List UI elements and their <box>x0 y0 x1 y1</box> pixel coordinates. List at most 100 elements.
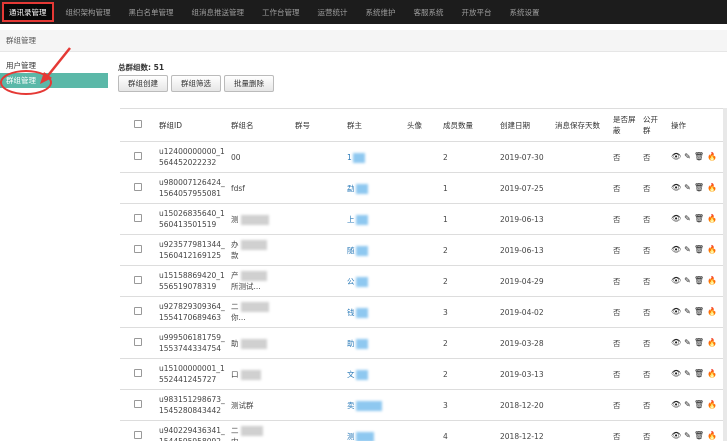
trash-icon[interactable]: 🗑 <box>694 370 704 378</box>
owner-link[interactable]: 助 <box>347 339 355 348</box>
cell-public: 否 <box>640 420 668 441</box>
group-name-line2: 内 <box>231 437 239 441</box>
flame-icon[interactable]: 🔥 <box>707 339 717 347</box>
pencil-icon[interactable]: ✎ <box>684 401 691 409</box>
owner-link[interactable]: 1 <box>347 153 352 162</box>
row-checkbox[interactable] <box>134 213 142 222</box>
table-row: u999506181759_ 1553744334754 助 助 2 2019-03-28… <box>120 327 727 359</box>
pencil-icon[interactable]: ✎ <box>684 370 691 378</box>
pencil-icon[interactable]: ✎ <box>684 308 691 316</box>
cell-members: 1 <box>440 172 497 204</box>
nav-item-3[interactable]: 组消息推送管理 <box>183 0 254 24</box>
nav-item-9[interactable]: 系统设置 <box>501 0 549 24</box>
cell-date: 2018-12-12 <box>497 420 552 441</box>
pencil-icon[interactable]: ✎ <box>684 339 691 347</box>
redacted-block <box>240 240 267 250</box>
nav-item-1[interactable]: 组织架构管理 <box>57 0 120 24</box>
nav-item-2[interactable]: 黑白名单管理 <box>120 0 183 24</box>
cell-date: 2019-06-13 <box>497 203 552 235</box>
eye-icon[interactable]: 👁 <box>671 277 681 285</box>
trash-icon[interactable]: 🗑 <box>694 277 704 285</box>
eye-icon[interactable]: 👁 <box>671 308 681 316</box>
table-header-row: 群组ID 群组名 群号 群主 头像 成员数量 创建日期 消息保存天数 是否屏蔽 … <box>120 108 727 142</box>
cell-group-id: u15158869420_1 556519078319 <box>156 265 228 297</box>
row-checkbox[interactable] <box>134 368 142 377</box>
cell-avatar <box>404 327 440 359</box>
cell-members: 3 <box>440 296 497 328</box>
nav-item-5[interactable]: 运营统计 <box>309 0 357 24</box>
owner-link[interactable]: 测 <box>347 432 355 441</box>
row-checkbox[interactable] <box>134 306 142 315</box>
group-id-line2: 1553744334754 <box>159 344 222 353</box>
flame-icon[interactable]: 🔥 <box>707 308 717 316</box>
eye-icon[interactable]: 👁 <box>671 153 681 161</box>
nav-item-7[interactable]: 客服系统 <box>405 0 453 24</box>
pencil-icon[interactable]: ✎ <box>684 153 691 161</box>
row-checkbox[interactable] <box>134 275 142 284</box>
owner-link[interactable]: 勐 <box>347 184 355 193</box>
group-id-line2: 564452022232 <box>159 158 217 167</box>
row-checkbox[interactable] <box>134 337 142 346</box>
flame-icon[interactable]: 🔥 <box>707 215 717 223</box>
group-id-line2: 556519078319 <box>159 282 217 291</box>
flame-icon[interactable]: 🔥 <box>707 184 717 192</box>
cell-actions: 👁 ✎ 🗑 🔥 <box>668 389 727 421</box>
pencil-icon[interactable]: ✎ <box>684 277 691 285</box>
batch-delete-button[interactable]: 批量删除 <box>224 75 274 92</box>
trash-icon[interactable]: 🗑 <box>694 153 704 161</box>
nav-item-8[interactable]: 开放平台 <box>453 0 501 24</box>
eye-icon[interactable]: 👁 <box>671 339 681 347</box>
cell-date: 2019-04-29 <box>497 265 552 297</box>
col-header-blocked: 是否屏蔽 <box>610 108 640 142</box>
trash-icon[interactable]: 🗑 <box>694 246 704 254</box>
owner-link[interactable]: 文 <box>347 370 355 379</box>
group-id-line1: u999506181759_ <box>159 333 225 342</box>
eye-icon[interactable]: 👁 <box>671 184 681 192</box>
owner-link[interactable]: 上 <box>347 215 355 224</box>
cell-group-id: u980007126424_ 1564057955081 <box>156 172 228 204</box>
eye-icon[interactable]: 👁 <box>671 370 681 378</box>
pencil-icon[interactable]: ✎ <box>684 432 691 440</box>
owner-link[interactable]: 钱 <box>347 308 355 317</box>
scrollbar[interactable] <box>723 108 727 441</box>
select-all-checkbox[interactable] <box>134 120 142 128</box>
trash-icon[interactable]: 🗑 <box>694 339 704 347</box>
flame-icon[interactable]: 🔥 <box>707 370 717 378</box>
flame-icon[interactable]: 🔥 <box>707 432 717 440</box>
annotation-arrow <box>40 47 71 84</box>
row-checkbox[interactable] <box>134 430 142 439</box>
eye-icon[interactable]: 👁 <box>671 215 681 223</box>
row-checkbox[interactable] <box>134 182 142 191</box>
owner-link[interactable]: 卖 <box>347 401 355 410</box>
flame-icon[interactable]: 🔥 <box>707 401 717 409</box>
filter-group-button[interactable]: 群组筛选 <box>171 75 221 92</box>
eye-icon[interactable]: 👁 <box>671 246 681 254</box>
trash-icon[interactable]: 🗑 <box>694 432 704 440</box>
row-checkbox[interactable] <box>134 399 142 408</box>
trash-icon[interactable]: 🗑 <box>694 215 704 223</box>
eye-icon[interactable]: 👁 <box>671 401 681 409</box>
pencil-icon[interactable]: ✎ <box>684 184 691 192</box>
pencil-icon[interactable]: ✎ <box>684 246 691 254</box>
pencil-icon[interactable]: ✎ <box>684 215 691 223</box>
cell-blocked: 否 <box>610 141 640 173</box>
nav-item-0[interactable]: 通讯录管理 <box>2 2 54 22</box>
trash-icon[interactable]: 🗑 <box>694 184 704 192</box>
row-checkbox[interactable] <box>134 151 142 160</box>
flame-icon[interactable]: 🔥 <box>707 277 717 285</box>
cell-public: 否 <box>640 358 668 390</box>
nav-item-6[interactable]: 系统维护 <box>357 0 405 24</box>
owner-link[interactable]: 公 <box>347 277 355 286</box>
group-name-line1: 测试群 <box>231 400 254 410</box>
create-group-button[interactable]: 群组创建 <box>118 75 168 92</box>
trash-icon[interactable]: 🗑 <box>694 401 704 409</box>
eye-icon[interactable]: 👁 <box>671 432 681 440</box>
row-checkbox[interactable] <box>134 244 142 253</box>
redacted-block <box>240 369 261 380</box>
owner-link[interactable]: 随 <box>347 246 355 255</box>
nav-item-4[interactable]: 工作台管理 <box>253 0 309 24</box>
flame-icon[interactable]: 🔥 <box>707 153 717 161</box>
trash-icon[interactable]: 🗑 <box>694 308 704 316</box>
group-id-line2: 552441245727 <box>159 375 217 384</box>
flame-icon[interactable]: 🔥 <box>707 246 717 254</box>
